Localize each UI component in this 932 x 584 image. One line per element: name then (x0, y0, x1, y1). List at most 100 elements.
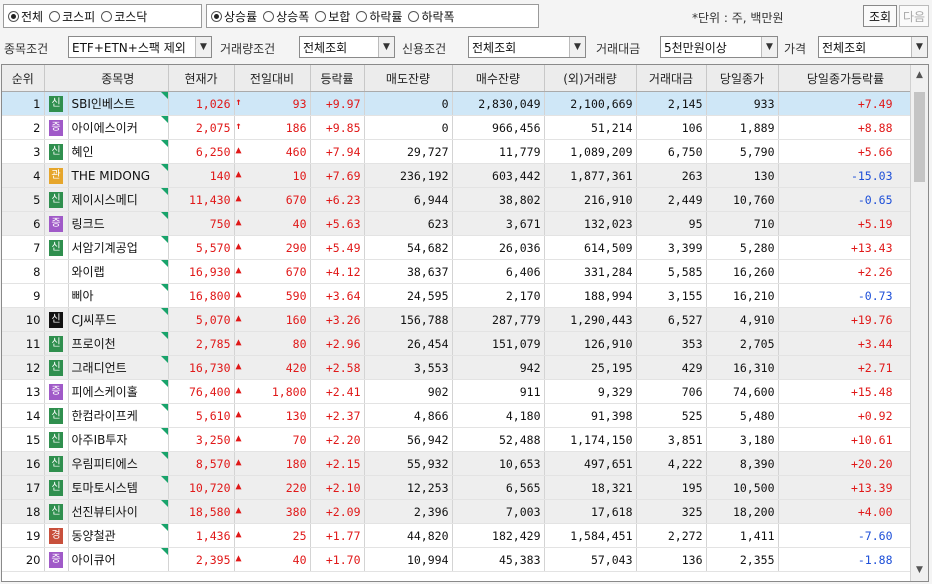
diff-value: 670 (285, 192, 307, 207)
stock-name-cell[interactable]: THE MIDONG (68, 163, 169, 188)
table-row[interactable]: 15 신 아주IB투자 3,250 ▲ 70 +2.20 56,942 52,488 1,174,… (2, 427, 914, 452)
stock-condition-select[interactable]: ETF+ETN+스팩 제외 ▼ (68, 36, 212, 58)
volume-cell: 1,089,209 (544, 139, 637, 164)
sort-radio-1[interactable]: 상승폭 (263, 8, 309, 25)
market-radio-0[interactable]: 전체 (8, 8, 43, 25)
sort-radio-3[interactable]: 하락률 (356, 8, 402, 25)
table-row[interactable]: 19 경 동양철관 1,436 ▲ 25 +1.77 44,820 182,429 1,584,4… (2, 523, 914, 548)
price-cell: 140 (168, 163, 235, 188)
stock-name-cell[interactable]: 동양철관 (68, 523, 169, 548)
volume-condition-select[interactable]: 전체조회 ▼ (299, 36, 395, 58)
stock-name-cell[interactable]: 링크드 (68, 211, 169, 236)
column-header[interactable]: 당일종가등락률 (778, 65, 914, 92)
stock-name-cell[interactable]: 서암기계공업 (68, 235, 169, 260)
credit-condition-select[interactable]: 전체조회 ▼ (468, 36, 586, 58)
amount-cell: 429 (636, 355, 707, 380)
up-triangle-icon: ▲ (235, 456, 242, 468)
stock-name-cell[interactable]: 토마토시스템 (68, 475, 169, 500)
stock-name-cell[interactable]: 제이시스메디 (68, 187, 169, 212)
table-row[interactable]: 8 와이랩 16,930 ▲ 670 +4.12 38,637 6,406 331,284 5,5… (2, 259, 914, 284)
column-header[interactable]: 현재가 (168, 65, 235, 92)
close-cell: 10,760 (706, 187, 779, 212)
radio-dot-icon (101, 10, 113, 22)
stock-name-cell[interactable]: 피에스케이홀 (68, 379, 169, 404)
vertical-scrollbar[interactable]: ▲ ▼ (910, 65, 928, 581)
up-triangle-icon: ▲ (235, 192, 242, 204)
table-row[interactable]: 4 관 THE MIDONG 140 ▲ 10 +7.69 236,192 603,442 1,8… (2, 163, 914, 188)
market-radio-1[interactable]: 코스피 (49, 8, 95, 25)
trade-amount-select[interactable]: 5천만원이상 ▼ (660, 36, 778, 58)
stock-name-cell[interactable]: CJ씨푸드 (68, 307, 169, 332)
volume-cell: 132,023 (544, 211, 637, 236)
rank-cell: 15 (2, 427, 45, 452)
table-row[interactable]: 2 증 아이에스이커 2,075 ↑ 186 +9.85 0 966,456 51,214 106 1… (2, 115, 914, 140)
search-button[interactable]: 조회 (863, 5, 897, 27)
scrollbar-thumb[interactable] (914, 92, 925, 182)
column-header[interactable]: 당일종가 (706, 65, 779, 92)
column-header[interactable]: 전일대비 (234, 65, 311, 92)
column-header[interactable]: 거래대금 (636, 65, 707, 92)
table-row[interactable]: 6 증 링크드 750 ▲ 40 +5.63 623 3,671 132,023 95 710 +5.1… (2, 211, 914, 236)
rate-cell: +5.49 (310, 235, 365, 260)
trade-amount-label: 거래대금 (596, 42, 641, 56)
ask-cell: 44,820 (364, 523, 453, 548)
sort-radio-0[interactable]: 상승률 (211, 8, 257, 25)
table-row[interactable]: 13 증 피에스케이홀 76,400 ▲ 1,800 +2.41 902 911 9,329 706… (2, 379, 914, 404)
diff-cell: ▲ 80 (234, 331, 311, 356)
column-header[interactable]: 순위 (2, 65, 45, 92)
table-row[interactable]: 1 신 SBI인베스트 1,026 ↑ 93 +9.97 0 2,830,049 2,100,66… (2, 91, 914, 116)
stock-name-cell[interactable]: 삐아 (68, 283, 169, 308)
stock-name-cell[interactable]: 아이큐어 (68, 547, 169, 572)
stock-name-cell[interactable]: 아주IB투자 (68, 427, 169, 452)
diff-cell: ▲ 70 (234, 427, 311, 452)
stock-name-cell[interactable]: 선진뷰티사이 (68, 499, 169, 524)
table-row[interactable]: 20 증 아이큐어 2,395 ▲ 40 +1.70 10,994 45,383 57,043 13… (2, 547, 914, 572)
tag-cell: 증 (44, 211, 69, 236)
next-button[interactable]: 다음 (899, 5, 929, 27)
close-rate-cell: -15.03 (778, 163, 914, 188)
rank-cell: 3 (2, 139, 45, 164)
table-row[interactable]: 7 신 서암기계공업 5,570 ▲ 290 +5.49 54,682 26,036 614,50… (2, 235, 914, 260)
scroll-down-icon[interactable]: ▼ (911, 562, 928, 579)
column-header-tag[interactable] (44, 65, 68, 92)
stock-name-cell[interactable]: 프로이천 (68, 331, 169, 356)
volume-cell: 1,877,361 (544, 163, 637, 188)
rank-cell: 18 (2, 499, 45, 524)
scroll-up-icon[interactable]: ▲ (911, 67, 928, 84)
table-row[interactable]: 9 삐아 16,800 ▲ 590 +3.64 24,595 2,170 188,994 3,15… (2, 283, 914, 308)
market-tag-badge: 신 (49, 95, 63, 112)
table-row[interactable]: 16 신 우림피티에스 8,570 ▲ 180 +2.15 55,932 10,653 497,6… (2, 451, 914, 476)
stock-name-cell[interactable]: 한컴라이프케 (68, 403, 169, 428)
table-row[interactable]: 10 신 CJ씨푸드 5,070 ▲ 160 +3.26 156,788 287,779 1,29… (2, 307, 914, 332)
table-row[interactable]: 3 신 혜인 6,250 ▲ 460 +7.94 29,727 11,779 1,089,209 6… (2, 139, 914, 164)
sort-radio-4[interactable]: 하락폭 (408, 8, 455, 25)
tag-cell: 경 (44, 523, 69, 548)
price-select[interactable]: 전체조회 ▼ (818, 36, 928, 58)
column-header[interactable]: 매도잔량 (364, 65, 453, 92)
corner-marker-icon (160, 524, 167, 531)
up-triangle-icon: ▲ (235, 432, 242, 444)
stock-name-cell[interactable]: 와이랩 (68, 259, 169, 284)
rate-cell: +4.12 (310, 259, 365, 284)
table-row[interactable]: 17 신 토마토시스템 10,720 ▲ 220 +2.10 12,253 6,565 18,32… (2, 475, 914, 500)
column-header[interactable]: (외)거래량 (544, 65, 637, 92)
table-row[interactable]: 12 신 그래디언트 16,730 ▲ 420 +2.58 3,553 942 25,195 429… (2, 355, 914, 380)
stock-name-cell[interactable]: 아이에스이커 (68, 115, 169, 140)
market-radio-2[interactable]: 코스닥 (101, 8, 147, 25)
table-row[interactable]: 11 신 프로이천 2,785 ▲ 80 +2.96 26,454 151,079 126,910… (2, 331, 914, 356)
stock-name-cell[interactable]: 그래디언트 (68, 355, 169, 380)
sort-radio-2[interactable]: 보합 (315, 8, 350, 25)
price-label: 가격 (784, 42, 807, 56)
column-header[interactable]: 종목명 (68, 65, 169, 92)
stock-name-cell[interactable]: 혜인 (68, 139, 169, 164)
stock-name-cell[interactable]: 우림피티에스 (68, 451, 169, 476)
table-row[interactable]: 5 신 제이시스메디 11,430 ▲ 670 +6.23 6,944 38,802 216,91… (2, 187, 914, 212)
stock-name-cell[interactable]: SBI인베스트 (68, 91, 169, 116)
tag-cell: 신 (44, 499, 69, 524)
radio-dot-icon (356, 10, 368, 22)
column-header[interactable]: 매수잔량 (452, 65, 545, 92)
column-header[interactable]: 등락률 (310, 65, 365, 92)
stock-condition-label: 종목조건 (4, 42, 49, 56)
table-row[interactable]: 14 신 한컴라이프케 5,610 ▲ 130 +2.37 4,866 4,180 91,398 5… (2, 403, 914, 428)
table-row[interactable]: 18 신 선진뷰티사이 18,580 ▲ 380 +2.09 2,396 7,003 17,618… (2, 499, 914, 524)
